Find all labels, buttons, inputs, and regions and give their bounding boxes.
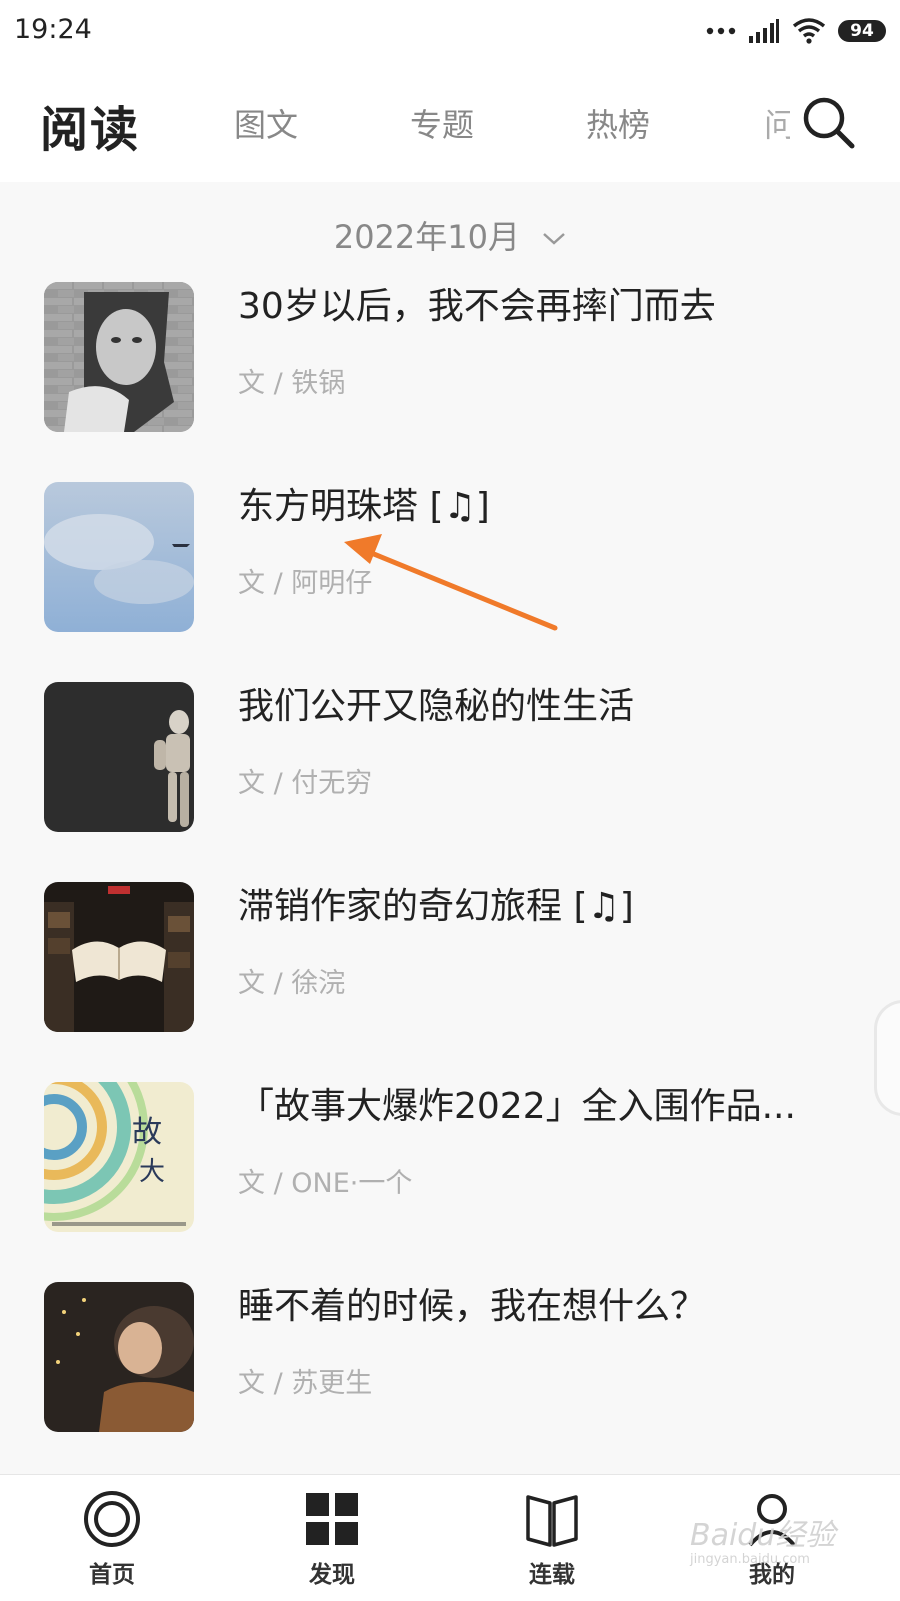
watermark-text: Baidu经验 [690, 1518, 836, 1553]
article-item[interactable]: 滞销作家的奇幻旅程 [♫] 文 / 徐浣 [0, 882, 900, 1032]
article-thumbnail [44, 1282, 194, 1432]
svg-text:大: 大 [139, 1157, 165, 1187]
article-thumbnail [44, 882, 194, 1032]
tab-zhuanti[interactable]: 专题 [410, 100, 474, 146]
svg-text:故: 故 [132, 1115, 162, 1150]
scroll-handle[interactable] [874, 1000, 900, 1116]
home-icon [84, 1491, 140, 1547]
nav-home[interactable]: 首页 [42, 1475, 182, 1601]
article-thumbnail [44, 282, 194, 432]
status-bar: 19:24 94 [0, 0, 900, 64]
article-item[interactable]: 30岁以后，我不会再摔门而去 文 / 铁锅 [0, 282, 900, 432]
article-thumbnail: 故 大 [44, 1082, 194, 1232]
article-author: 文 / 付无穷 [238, 768, 373, 799]
battery-level: 94 [850, 21, 874, 41]
article-title: 「故事大爆炸2022」全入围作品... [238, 1086, 796, 1127]
article-title: 30岁以后，我不会再摔门而去 [238, 286, 716, 327]
more-dots-icon [706, 27, 736, 35]
month-label: 2022年10月 [333, 218, 520, 256]
tab-tuwen[interactable]: 图文 [234, 100, 298, 146]
nav-label: 发现 [309, 1562, 355, 1588]
nav-discover[interactable]: 发现 [262, 1475, 402, 1601]
article-title: 滞销作家的奇幻旅程 [♫] [238, 886, 634, 927]
grid-icon [306, 1493, 358, 1545]
nav-label: 首页 [89, 1562, 135, 1588]
book-icon [526, 1495, 578, 1547]
article-thumbnail [44, 682, 194, 832]
page-title: 阅读 [40, 102, 141, 158]
top-header: 阅读 图文 专题 热榜 问 [0, 64, 900, 182]
article-author: 文 / 铁锅 [238, 368, 346, 399]
article-item[interactable]: 东方明珠塔 [♫] 文 / 阿明仔 [0, 482, 900, 632]
article-item[interactable]: 睡不着的时候，我在想什么？ 文 / 苏更生 [0, 1282, 900, 1432]
month-selector[interactable]: 2022年10月 [0, 212, 900, 258]
tab-wen[interactable]: 问 [764, 100, 790, 146]
article-item[interactable]: 故 大 「故事大爆炸2022」全入围作品... 文 / ONE·一个 [0, 1082, 900, 1232]
search-icon[interactable] [800, 94, 858, 152]
article-author: 文 / 苏更生 [238, 1368, 373, 1399]
signal-icon [749, 19, 779, 43]
nav-label: 连载 [529, 1562, 575, 1588]
tab-rebang[interactable]: 热榜 [586, 100, 650, 146]
article-author: 文 / 徐浣 [238, 968, 346, 999]
status-time: 19:24 [14, 14, 92, 45]
article-author: 文 / 阿明仔 [238, 568, 373, 599]
article-author: 文 / ONE·一个 [238, 1168, 413, 1199]
watermark: Baidu经验 jingyan.baidu.com [690, 1510, 890, 1590]
nav-serial[interactable]: 连载 [482, 1475, 622, 1601]
article-item[interactable]: 我们公开又隐秘的性生活 文 / 付无穷 [0, 682, 900, 832]
article-title: 东方明珠塔 [♫] [238, 486, 490, 527]
article-title: 睡不着的时候，我在想什么？ [238, 1286, 707, 1327]
battery-icon: 94 [838, 20, 886, 42]
article-thumbnail [44, 482, 194, 632]
chevron-down-icon [543, 233, 566, 245]
status-icons: 94 [706, 14, 886, 48]
wifi-icon [792, 18, 826, 44]
watermark-sub: jingyan.baidu.com [690, 1552, 810, 1567]
article-title: 我们公开又隐秘的性生活 [238, 686, 635, 727]
